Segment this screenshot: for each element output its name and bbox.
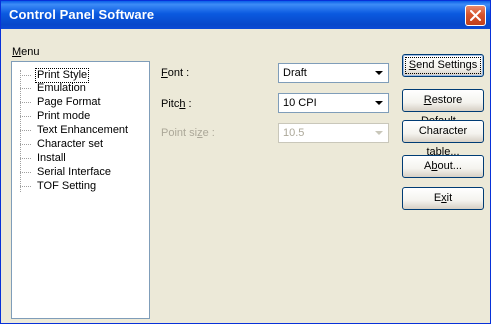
tree-item-label: Emulation [37, 82, 86, 94]
tree-item-label: Print mode [37, 110, 91, 122]
restore-default-button[interactable]: Restore Default... [402, 89, 484, 127]
pitch-select-value: 10 CPI [283, 97, 317, 109]
send-settings-button[interactable]: Send Settings [402, 54, 484, 77]
tree-item-label: Serial Interface [37, 166, 111, 178]
point-size-label: Point size : [161, 127, 215, 139]
exit-button[interactable]: Exit [402, 187, 484, 210]
pitch-select[interactable]: 10 CPI [278, 93, 389, 113]
tree-item-label: Print Style [34, 68, 90, 83]
window-title: Control Panel Software [9, 7, 155, 22]
close-icon [470, 10, 481, 21]
close-button[interactable] [465, 5, 486, 26]
chevron-down-icon [375, 131, 383, 135]
tree-item-label: Page Format [37, 96, 101, 108]
about-button[interactable]: About... [402, 155, 484, 178]
font-label: Font : [161, 67, 190, 79]
chevron-down-icon [375, 101, 383, 105]
pitch-label: Pitch : [161, 98, 192, 110]
point-size-select[interactable]: 10.5 [278, 123, 389, 143]
character-table-button[interactable]: Character table... [402, 120, 484, 158]
menu-tree[interactable]: Print Style Emulation Page Format Print … [11, 61, 150, 319]
font-select-value: Draft [283, 67, 307, 79]
menu-label: Menu [12, 46, 40, 58]
tree-item-label: Text Enhancement [37, 124, 129, 136]
tree-item-label: Character set [37, 138, 104, 150]
chevron-down-icon [375, 71, 383, 75]
tree-item-label: Install [37, 152, 66, 164]
title-bar[interactable]: Control Panel Software [1, 1, 490, 29]
point-size-select-value: 10.5 [283, 127, 305, 139]
tree-item-label: TOF Setting [37, 180, 97, 192]
font-select[interactable]: Draft [278, 63, 389, 83]
control-panel-window: Control Panel Software Menu Print Style … [0, 0, 491, 324]
